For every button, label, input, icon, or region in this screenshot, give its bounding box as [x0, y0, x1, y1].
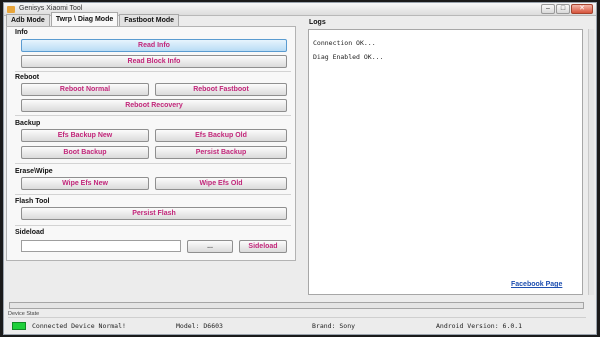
reboot-fastboot-button[interactable]: Reboot Fastboot [155, 83, 287, 96]
facebook-page-link[interactable]: Facebook Page [511, 281, 562, 288]
app-icon [7, 6, 15, 13]
info-label: Info [15, 29, 28, 36]
efs-backup-new-button[interactable]: Efs Backup New [21, 129, 149, 142]
persist-flash-button[interactable]: Persist Flash [21, 207, 287, 220]
device-status-bar: Connected Device Normal! Model: D6603 Br… [8, 317, 586, 331]
logs-label: Logs [309, 19, 326, 26]
erase-wipe-label: Erase\Wipe [15, 168, 53, 175]
backup-label: Backup [15, 120, 41, 127]
sideload-label: Sideload [15, 229, 45, 236]
connection-status-indicator [12, 322, 26, 330]
log-line: Diag Enabled OK... [313, 53, 384, 61]
device-model: Model: D6603 [176, 322, 223, 330]
wipe-efs-old-button[interactable]: Wipe Efs Old [155, 177, 287, 190]
tab-fastboot-mode[interactable]: Fastboot Mode [119, 14, 180, 26]
flash-tool-label: Flash Tool [15, 198, 50, 205]
wipe-efs-new-button[interactable]: Wipe Efs New [21, 177, 149, 190]
mode-tabs: Adb Mode Twrp \ Diag Mode Fastboot Mode [6, 12, 180, 26]
window-title: Genisys Xiaomi Tool [19, 5, 83, 12]
divider [15, 115, 291, 116]
persist-backup-button[interactable]: Persist Backup [155, 146, 287, 159]
logs-output[interactable]: Connection OK... Diag Enabled OK... [308, 29, 583, 295]
read-info-button[interactable]: Read Info [21, 39, 287, 52]
device-brand: Brand: Sony [312, 322, 356, 330]
divider [15, 163, 291, 164]
browse-button[interactable]: ... [187, 240, 233, 253]
efs-backup-old-button[interactable]: Efs Backup Old [155, 129, 287, 142]
divider [15, 194, 291, 195]
sideload-button[interactable]: Sideload [239, 240, 287, 253]
minimize-button[interactable]: – [541, 4, 555, 14]
reboot-normal-button[interactable]: Reboot Normal [21, 83, 149, 96]
log-line: Connection OK... [313, 39, 376, 47]
tab-panel: Info Read Info Read Block Info Reboot Re… [6, 26, 296, 261]
divider [15, 225, 291, 226]
reboot-label: Reboot [15, 74, 40, 81]
maximize-button[interactable]: □ [556, 4, 570, 14]
reboot-recovery-button[interactable]: Reboot Recovery [21, 99, 287, 112]
boot-backup-button[interactable]: Boot Backup [21, 146, 149, 159]
divider [15, 71, 291, 72]
android-version: Android Version: 6.0.1 [436, 322, 523, 330]
read-block-info-button[interactable]: Read Block Info [21, 55, 287, 68]
tab-twrp-diag-mode[interactable]: Twrp \ Diag Mode [50, 12, 119, 26]
sideload-path-input[interactable] [21, 240, 181, 252]
progress-bar [9, 302, 584, 309]
connection-status-text: Connected Device Normal! [32, 322, 126, 330]
close-button[interactable]: ✕ [571, 4, 593, 14]
window-scrollbar[interactable] [588, 29, 594, 295]
tab-adb-mode[interactable]: Adb Mode [6, 14, 50, 26]
